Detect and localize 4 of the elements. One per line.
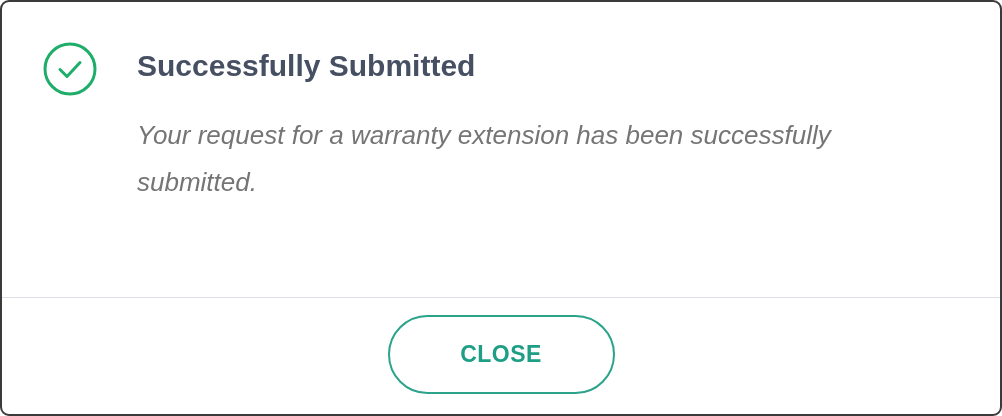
dialog-title: Successfully Submitted xyxy=(137,48,477,84)
check-circle-icon xyxy=(43,42,97,96)
close-button[interactable]: CLOSE xyxy=(387,315,615,394)
dialog-message: Your request for a warranty extension has been successfully submitted. xyxy=(137,119,833,199)
